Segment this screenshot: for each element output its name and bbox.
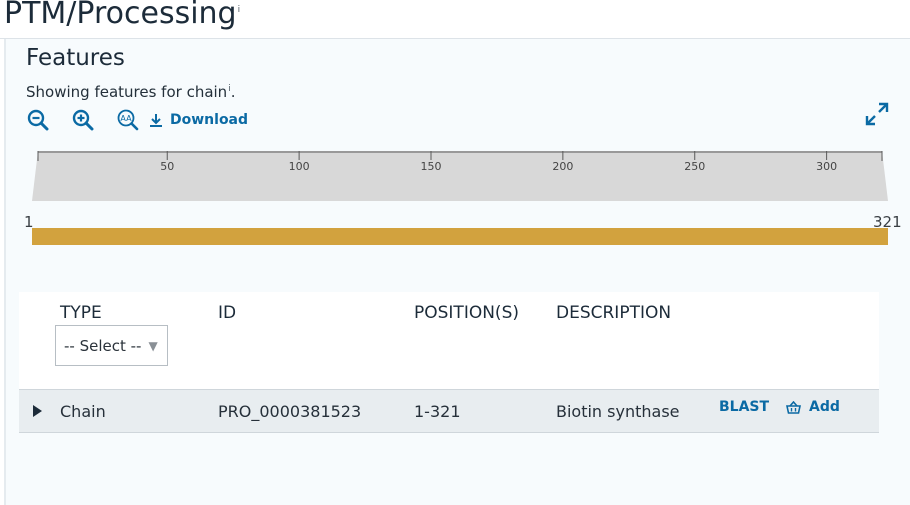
ruler-tick-label: 250 bbox=[684, 160, 705, 173]
zoom-out-icon bbox=[27, 109, 49, 131]
ruler-graphic: 50 100 150 200 250 300 bbox=[32, 151, 888, 201]
section-title: Features bbox=[26, 45, 125, 71]
blast-label: BLAST bbox=[719, 399, 770, 415]
header-type[interactable]: TYPE bbox=[60, 303, 102, 323]
header-description[interactable]: DESCRIPTION bbox=[556, 303, 671, 323]
basket-icon bbox=[786, 400, 801, 414]
page-title: PTM/Processingi bbox=[4, 0, 240, 31]
page-title-text: PTM/Processing bbox=[4, 0, 237, 31]
ruler-tick-label: 300 bbox=[816, 160, 837, 173]
zoom-in-icon bbox=[72, 109, 94, 131]
page-header: PTM/Processingi bbox=[0, 0, 910, 39]
subtitle-text: Showing features for chain bbox=[26, 83, 228, 101]
download-button[interactable]: Download bbox=[148, 112, 248, 128]
type-filter-select[interactable]: -- Select -- ▼ bbox=[55, 325, 168, 366]
caret-down-icon: ▼ bbox=[148, 338, 158, 353]
fullscreen-button[interactable] bbox=[864, 101, 890, 127]
sequence-ruler[interactable]: 50 100 150 200 250 300 bbox=[32, 151, 888, 201]
download-label: Download bbox=[170, 112, 249, 128]
info-icon[interactable]: i bbox=[238, 5, 241, 15]
features-table-header: TYPE ID POSITION(S) DESCRIPTION -- Selec… bbox=[19, 292, 879, 389]
chain-feature-track[interactable] bbox=[32, 228, 888, 245]
header-id[interactable]: ID bbox=[218, 303, 236, 323]
ruler-background bbox=[32, 151, 888, 201]
section-subtitle: Showing features for chaini. bbox=[26, 83, 236, 101]
text-size-icon: AA bbox=[117, 109, 139, 131]
header-positions[interactable]: POSITION(S) bbox=[414, 303, 519, 323]
ruler-tick-label: 50 bbox=[160, 160, 174, 173]
text-size-button[interactable]: AA bbox=[116, 108, 140, 132]
expand-row-icon[interactable] bbox=[33, 405, 42, 417]
row-type: Chain bbox=[60, 402, 106, 421]
ruler-tick-label: 100 bbox=[289, 160, 310, 173]
expand-icon bbox=[865, 102, 889, 126]
subtitle-period: . bbox=[230, 83, 236, 101]
ruler-tick-label: 200 bbox=[552, 160, 573, 173]
zoom-out-button[interactable] bbox=[26, 108, 50, 132]
zoom-in-button[interactable] bbox=[71, 108, 95, 132]
download-icon bbox=[150, 114, 162, 127]
blast-button[interactable]: BLAST bbox=[719, 399, 769, 415]
svg-text:AA: AA bbox=[120, 114, 132, 123]
type-filter-value: -- Select -- bbox=[64, 336, 142, 355]
viewer-toolbar: AA Download bbox=[26, 107, 248, 133]
row-positions: 1-321 bbox=[414, 402, 461, 421]
row-id: PRO_0000381523 bbox=[218, 402, 362, 421]
add-to-basket-button[interactable]: Add bbox=[786, 399, 840, 415]
row-description: Biotin synthase bbox=[556, 402, 680, 421]
table-row[interactable]: Chain PRO_0000381523 1-321 Biotin syntha… bbox=[19, 389, 879, 433]
ruler-tick-label: 150 bbox=[420, 160, 441, 173]
add-label: Add bbox=[809, 399, 840, 415]
